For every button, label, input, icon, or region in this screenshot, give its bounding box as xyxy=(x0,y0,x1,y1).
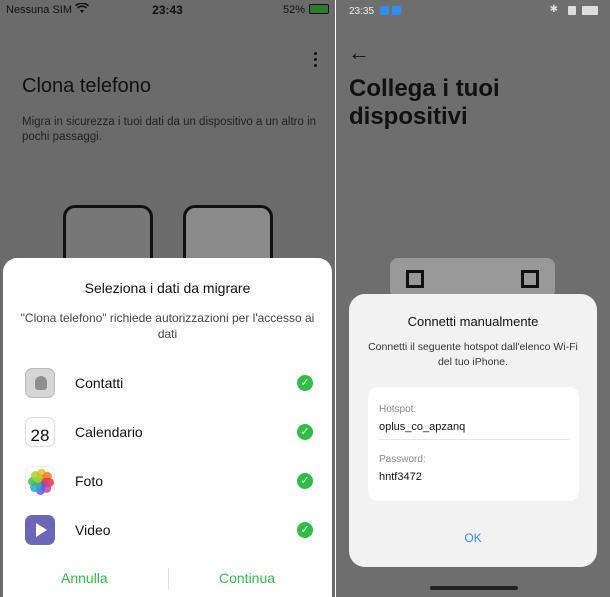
back-arrow-icon[interactable]: ← xyxy=(348,40,370,66)
more-options-icon[interactable] xyxy=(314,52,318,70)
battery-icon xyxy=(582,6,598,15)
page-subtitle: Migra in sicurezza i tuoi dati da un dis… xyxy=(22,116,317,143)
checkmark-icon[interactable]: ✓ xyxy=(297,473,313,489)
status-bar: Nessuna SIM 23:43 52% xyxy=(0,0,335,20)
status-bar: 23:35 ✱ xyxy=(336,0,610,22)
item-label: Foto xyxy=(75,473,104,489)
sheet-description: "Clona telefono" richiede autorizzazioni… xyxy=(20,311,315,341)
continue-button[interactable]: Continua xyxy=(219,570,275,586)
ok-button[interactable]: OK xyxy=(349,531,597,545)
right-phone-screen: 23:35 ✱ ← Collega i tuoi dispositivi Con… xyxy=(336,0,610,597)
battery-icon xyxy=(309,4,329,14)
hotspot-value: oplus_co_apzanq xyxy=(379,421,466,433)
qr-code-icon xyxy=(390,258,555,298)
contacts-app-icon xyxy=(25,368,55,398)
notification-icon xyxy=(380,6,389,15)
hotspot-credentials-card: Hotspot: oplus_co_apzanq Password: hntf3… xyxy=(368,387,579,501)
clock: 23:35 xyxy=(349,6,375,17)
dialog-title: Connetti manualmente xyxy=(407,314,539,329)
list-item-contacts[interactable]: Contatti ✓ xyxy=(25,364,315,400)
list-item-calendar[interactable]: 28 Calendario ✓ xyxy=(25,413,315,449)
bluetooth-icon: ✱ xyxy=(549,4,558,15)
password-value: hntf3472 xyxy=(379,471,422,483)
page-title: Clona telefono xyxy=(22,75,151,97)
divider xyxy=(379,439,569,440)
item-label: Contatti xyxy=(75,375,124,391)
password-label: Password: xyxy=(379,454,426,465)
hotspot-label: Hotspot: xyxy=(379,404,417,415)
checkmark-icon[interactable]: ✓ xyxy=(297,375,313,391)
checkmark-icon[interactable]: ✓ xyxy=(297,424,313,440)
sim-icon xyxy=(568,6,576,15)
list-item-video[interactable]: Video ✓ xyxy=(25,511,315,547)
item-label: Calendario xyxy=(75,424,143,440)
item-label: Video xyxy=(75,522,111,538)
button-divider xyxy=(168,568,169,590)
manual-connect-dialog: Connetti manualmente Connetti il seguent… xyxy=(349,294,597,567)
cancel-button[interactable]: Annulla xyxy=(61,570,108,586)
select-data-sheet: Seleziona i dati da migrare "Clona telef… xyxy=(3,258,332,597)
home-indicator[interactable] xyxy=(430,586,518,590)
calendar-app-icon: 28 xyxy=(25,417,55,447)
left-phone-screen: Nessuna SIM 23:43 52% Clona telefono Mig… xyxy=(0,0,335,597)
page-title: Collega i tuoi dispositivi xyxy=(349,75,500,130)
sheet-title: Seleziona i dati da migrare xyxy=(84,280,251,296)
video-app-icon xyxy=(25,515,55,545)
list-item-photos[interactable]: Foto ✓ xyxy=(25,462,315,498)
battery-percentage: 52% xyxy=(282,4,305,16)
photos-app-icon xyxy=(25,466,55,496)
notification-icon xyxy=(392,6,401,15)
checkmark-icon[interactable]: ✓ xyxy=(297,522,313,538)
dialog-description: Connetti il seguente hotspot dall'elenco… xyxy=(368,341,578,368)
